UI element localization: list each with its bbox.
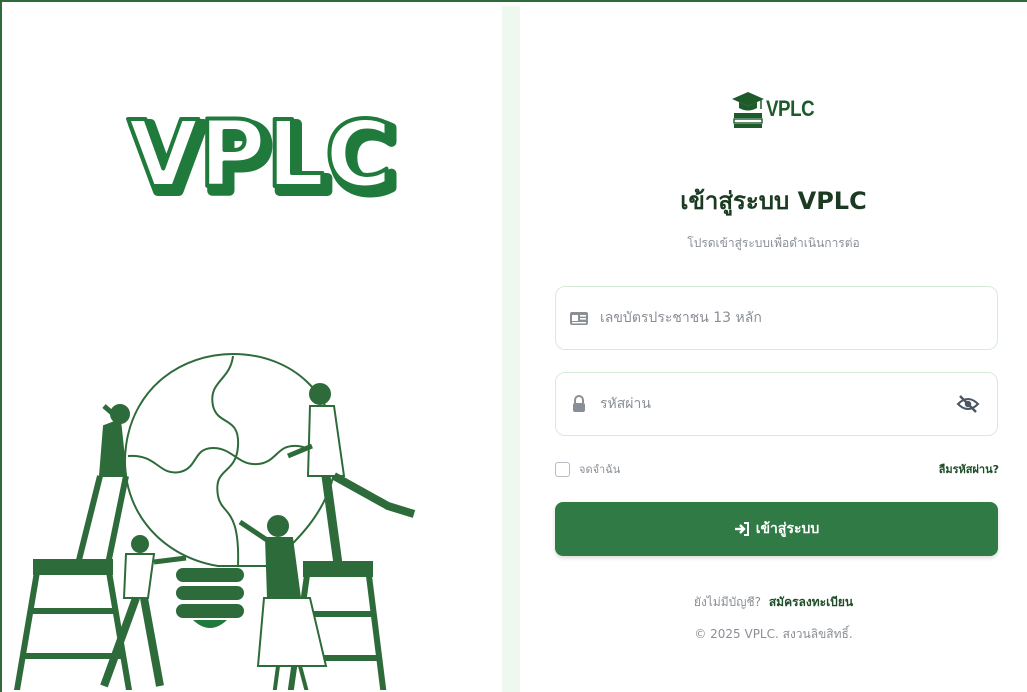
panel-divider	[502, 6, 520, 692]
person-left	[75, 404, 130, 565]
page-subtitle: โปรดเข้าสู่ระบบเพื่อดำเนินการต่อ	[687, 236, 860, 250]
illustration-panel: VPLC VPLC	[8, 6, 502, 690]
national-id-input[interactable]	[600, 298, 997, 338]
person-right	[287, 383, 416, 565]
page-title: เข้าสู่ระบบ VPLC	[680, 187, 867, 215]
bulb-base-1	[176, 568, 244, 582]
national-id-field[interactable]	[555, 286, 998, 350]
register-link[interactable]: สมัครลงทะเบียน	[769, 595, 853, 609]
login-panel: VPLC เข้าสู่ระบบ VPLC โปรดเข้าสู่ระบบเพื…	[520, 6, 1027, 692]
eye-slash-icon[interactable]	[955, 391, 981, 417]
person-bottom-right	[238, 515, 328, 690]
remember-checkbox[interactable]	[555, 461, 570, 477]
id-card-icon	[568, 307, 590, 329]
graduation-cap-book-icon	[732, 92, 764, 128]
bulb-base-3	[176, 604, 244, 618]
team-lightbulb-illustration	[13, 352, 416, 690]
login-button[interactable]: เข้าสู่ระบบ	[555, 502, 998, 556]
forgot-password-link[interactable]: ลืมรหัสผ่าน?	[939, 460, 999, 478]
signup-prompt: ยังไม่มีบัญชี? สมัครลงทะเบียน	[520, 593, 1027, 612]
vplc-wordmark-logo: VPLC VPLC	[126, 99, 403, 211]
remember-me[interactable]: จดจำฉัน	[555, 460, 620, 478]
wordmark-outline: VPLC	[128, 101, 393, 208]
password-field[interactable]	[555, 372, 998, 436]
lock-icon	[568, 393, 590, 415]
login-button-label: เข้าสู่ระบบ	[755, 521, 820, 537]
sign-in-icon	[734, 521, 750, 537]
password-input[interactable]	[600, 384, 955, 424]
bulb-base-2	[176, 586, 244, 600]
brand-name: VPLC	[766, 96, 815, 121]
copyright-text: © 2025 VPLC. สงวนลิขสิทธิ์.	[694, 627, 853, 641]
no-account-text: ยังไม่มีบัญชี?	[693, 595, 762, 609]
brand-logo: VPLC	[731, 80, 841, 138]
remember-label: จดจำฉัน	[579, 463, 621, 476]
